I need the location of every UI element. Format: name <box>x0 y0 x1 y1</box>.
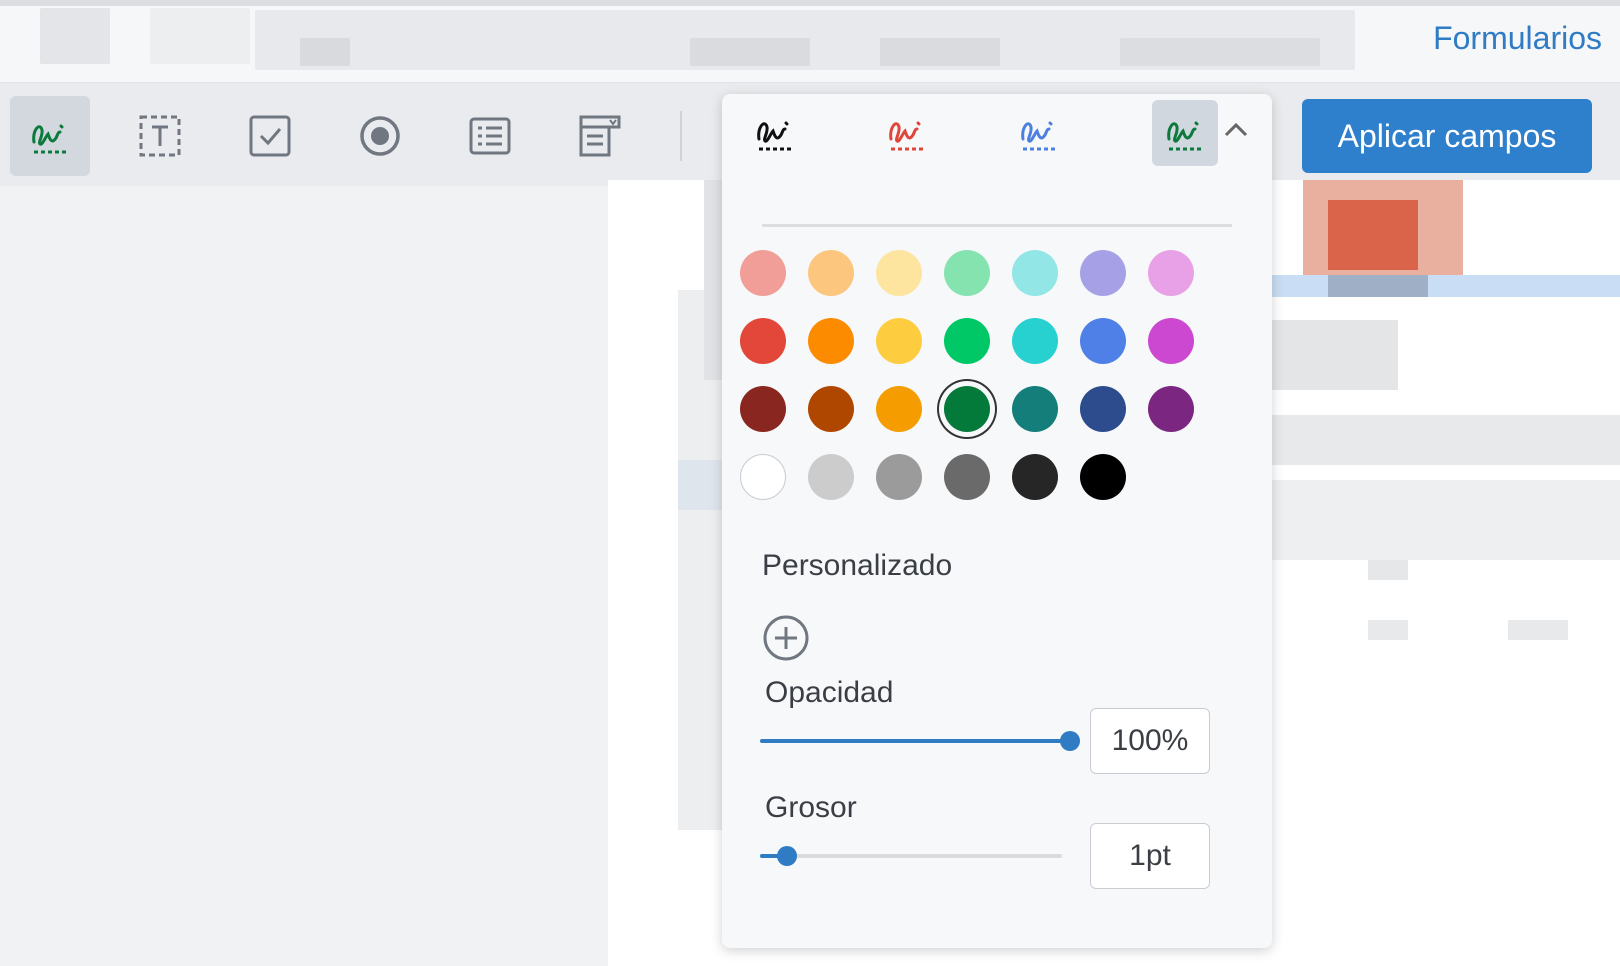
redacted-document-block <box>1508 620 1568 640</box>
color-swatch[interactable] <box>876 454 922 500</box>
signature-icon <box>32 124 66 154</box>
signature-style-green[interactable] <box>1152 100 1218 166</box>
color-swatch[interactable] <box>1148 386 1194 432</box>
redacted-document-block <box>1328 200 1418 270</box>
signature-style-red[interactable] <box>874 100 940 166</box>
color-swatch[interactable] <box>740 250 786 296</box>
radio-button-icon <box>360 116 400 156</box>
signature-tool[interactable] <box>10 96 90 176</box>
color-swatch[interactable] <box>1080 454 1126 500</box>
color-swatch[interactable] <box>808 318 854 364</box>
redacted-document-block <box>1368 560 1408 580</box>
chevron-up-icon[interactable] <box>1222 120 1250 140</box>
forms-link[interactable]: Formularios <box>1433 20 1602 57</box>
toolbar-separator <box>680 111 682 161</box>
thickness-value-field[interactable]: 1pt <box>1090 823 1210 889</box>
redacted-title-block <box>150 8 250 64</box>
signature-blue-icon <box>1021 121 1055 151</box>
color-swatch[interactable] <box>944 386 990 432</box>
radio-tool[interactable] <box>340 96 420 176</box>
redacted-title-block <box>880 38 1000 66</box>
redacted-title-block <box>1120 38 1320 66</box>
signature-black-icon <box>757 121 791 151</box>
redacted-title-block <box>690 38 810 66</box>
signature-green-icon <box>1167 121 1201 151</box>
thickness-label: Grosor <box>765 791 857 824</box>
opacity-label: Opacidad <box>765 676 894 709</box>
redacted-title-block <box>300 38 350 66</box>
checkbox-tool[interactable] <box>230 96 310 176</box>
color-swatch[interactable] <box>1080 250 1126 296</box>
color-swatch[interactable] <box>876 318 922 364</box>
color-swatch[interactable] <box>1148 318 1194 364</box>
checkbox-icon <box>249 115 291 157</box>
color-swatch[interactable] <box>1148 250 1194 296</box>
dropdown-field-icon <box>579 115 621 157</box>
top-header: Formularios <box>0 0 1620 82</box>
redacted-document-block <box>1248 480 1620 560</box>
custom-color-label: Personalizado <box>762 549 953 582</box>
color-swatch[interactable] <box>944 318 990 364</box>
redacted-document-block <box>1368 620 1408 640</box>
add-custom-color-icon[interactable] <box>762 614 810 662</box>
text-field-icon <box>139 115 181 157</box>
thickness-slider[interactable] <box>760 846 1062 866</box>
opacity-slider[interactable] <box>760 731 1080 751</box>
color-swatch[interactable] <box>1080 386 1126 432</box>
dropdown-tool[interactable] <box>560 96 640 176</box>
signature-red-icon <box>889 121 923 151</box>
signature-style-blue[interactable] <box>1006 100 1072 166</box>
apply-fields-button[interactable]: Aplicar campos <box>1302 99 1592 173</box>
color-swatch[interactable] <box>808 386 854 432</box>
opacity-slider-fill <box>760 739 1070 743</box>
signature-style-black[interactable] <box>742 100 808 166</box>
color-swatch[interactable] <box>740 454 786 500</box>
redacted-document-block <box>1238 275 1620 297</box>
signature-style-popover: Personalizado Opacidad 100% Grosor 1pt <box>722 94 1272 948</box>
color-swatch[interactable] <box>808 454 854 500</box>
redacted-document-block <box>678 460 728 510</box>
redacted-document-block <box>1328 275 1428 297</box>
text-field-tool[interactable] <box>120 96 200 176</box>
color-swatch[interactable] <box>1012 386 1058 432</box>
color-swatch[interactable] <box>1012 250 1058 296</box>
color-swatch[interactable] <box>740 386 786 432</box>
list-box-tool[interactable] <box>450 96 530 176</box>
top-border <box>0 0 1620 6</box>
color-swatch[interactable] <box>876 250 922 296</box>
thickness-slider-handle[interactable] <box>777 846 798 866</box>
list-box-icon <box>469 117 511 155</box>
color-swatch[interactable] <box>944 250 990 296</box>
color-swatch[interactable] <box>876 386 922 432</box>
redacted-document-block <box>1248 415 1620 465</box>
color-swatch[interactable] <box>1012 454 1058 500</box>
color-swatch[interactable] <box>1080 318 1126 364</box>
opacity-value-field[interactable]: 100% <box>1090 708 1210 774</box>
redacted-title-block <box>40 8 110 64</box>
color-swatch[interactable] <box>1012 318 1058 364</box>
color-swatch[interactable] <box>944 454 990 500</box>
color-swatch[interactable] <box>740 318 786 364</box>
color-swatch[interactable] <box>808 250 854 296</box>
popover-divider <box>762 224 1232 227</box>
opacity-slider-handle[interactable] <box>1060 731 1080 751</box>
